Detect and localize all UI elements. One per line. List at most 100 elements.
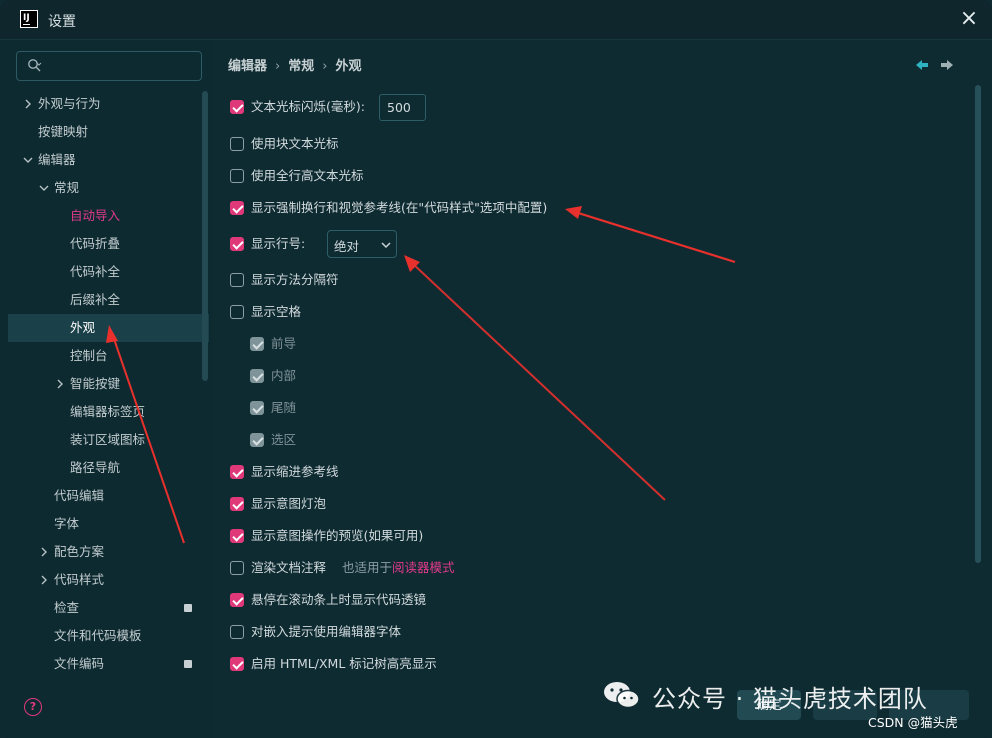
breadcrumb-item-editor[interactable]: 编辑器 [228,55,267,74]
sidebar-item-label: 装订区域图标 [70,432,146,447]
sidebar-scrollbar[interactable] [202,91,208,381]
render-docs-checkbox[interactable] [230,561,244,575]
full-line-caret-label: 使用全行高文本光标 [251,168,364,183]
ws-trailing-checkbox [250,401,264,415]
sidebar-item[interactable]: 外观 [8,314,209,342]
block-caret-checkbox[interactable] [230,137,244,151]
full-line-caret-checkbox[interactable] [230,169,244,183]
project-scope-icon [184,604,192,612]
code-lens-checkbox[interactable] [230,593,244,607]
sidebar-item-label: 代码编辑 [54,488,105,503]
chevron-right-icon[interactable] [39,575,49,585]
sidebar-item-label: 外观与行为 [38,96,101,111]
search-icon [28,59,42,72]
sidebar-item[interactable]: 按键映射 [0,118,200,146]
settings-sidebar: 外观与行为按键映射编辑器常规自动导入代码折叠代码补全后缀补全外观控制台智能按键编… [0,41,212,738]
sidebar-item[interactable]: 智能按键 [0,370,200,398]
settings-content: 编辑器›常规›外观 文本光标闪烁(毫秒): 使用块文本光标 使用全行高文本光标 … [212,41,992,738]
sidebar-item-label: 编辑器 [38,152,76,167]
reader-mode-link[interactable]: 阅读器模式 [392,560,455,575]
sidebar-item[interactable]: 编辑器标签页 [0,398,200,426]
sidebar-item[interactable]: 代码补全 [0,258,200,286]
sidebar-item-label: 按键映射 [38,124,89,139]
inlay-font-checkbox[interactable] [230,625,244,639]
help-icon[interactable]: ? [24,698,42,716]
sidebar-item[interactable]: 字体 [0,510,200,538]
chevron-right-icon[interactable] [39,547,49,557]
sidebar-item[interactable]: 路径导航 [0,454,200,482]
close-icon[interactable]: × [958,8,980,30]
settings-window: IJ 设置 × 外观与行为 按键映射 编辑器 常规 自动导入 代码折叠 代码补全 后缀补全 外观… [0,0,992,738]
indent-guides-label: 显示缩进参考线 [251,464,339,479]
csdn-watermark: CSDN @猫头虎 [868,715,958,730]
hard-wrap-label: 显示强制换行和视觉参考线(在"代码样式"选项中配置) [251,200,548,215]
caret-blink-label: 文本光标闪烁(毫秒): [251,99,365,114]
intention-preview-label: 显示意图操作的预览(如果可用) [251,528,424,543]
sidebar-item[interactable]: 代码编辑 [0,482,200,510]
breadcrumb-separator: › [322,59,328,74]
wechat-logo-icon [604,682,640,709]
project-scope-icon [184,660,192,668]
ws-selection-label: 选区 [271,432,297,447]
sidebar-item[interactable]: 常规 [0,174,200,202]
line-numbers-select-value: 绝对 [334,239,360,254]
ws-inner-label: 内部 [271,368,297,383]
chevron-down-icon[interactable] [23,155,33,165]
breadcrumb-separator: › [275,59,281,74]
ws-leading-label: 前导 [271,336,297,351]
html-tag-tree-label: 启用 HTML/XML 标记树高亮显示 [251,656,437,671]
watermark-text: 公众号 · 猫头虎技术团队 [652,685,928,713]
sidebar-item-label: 文件和代码模板 [54,628,142,643]
sidebar-item-label: 外观 [70,320,96,335]
breadcrumb-item-appearance: 外观 [335,59,362,74]
sidebar-item[interactable]: 配色方案 [0,538,200,566]
sidebar-item[interactable]: 检查 [0,594,200,622]
sidebar-item[interactable]: 外观与行为 [0,90,200,118]
ws-inner-checkbox [250,369,264,383]
indent-guides-checkbox[interactable] [230,465,244,479]
title-bar: IJ 设置 × [0,0,992,40]
chevron-right-icon[interactable] [55,379,65,389]
ws-trailing-label: 尾随 [271,400,297,415]
line-numbers-checkbox[interactable] [230,237,244,251]
breadcrumb: 编辑器 › 常规 › 外观 [228,55,361,74]
back-arrow-icon[interactable] [915,59,929,71]
sidebar-item-label: 后缀补全 [70,292,121,307]
ws-leading-checkbox [250,337,264,351]
sidebar-item-label: 检查 [54,600,80,615]
chevron-down-icon[interactable] [39,183,49,193]
sidebar-item[interactable]: 编辑器 [0,146,200,174]
sidebar-item[interactable]: 文件编码 [0,650,200,678]
sidebar-item[interactable]: 代码折叠 [0,230,200,258]
render-docs-hint: 也适用于 [342,560,393,575]
line-numbers-label: 显示行号: [251,236,306,251]
sidebar-item-label: 自动导入 [70,208,121,223]
sidebar-item-label: 代码折叠 [70,236,121,251]
intention-preview-checkbox[interactable] [230,529,244,543]
intellij-logo-icon: IJ [20,10,38,28]
sidebar-item[interactable]: 文件和代码模板 [0,622,200,650]
show-whitespace-checkbox[interactable] [230,305,244,319]
settings-search[interactable] [16,51,202,81]
sidebar-item-label: 配色方案 [54,544,105,559]
hard-wrap-checkbox[interactable] [230,201,244,215]
chevron-right-icon[interactable] [23,99,33,109]
sidebar-item-label: 编辑器标签页 [70,404,146,419]
caret-blink-checkbox[interactable] [230,100,244,114]
caret-blink-ms-input[interactable] [379,94,426,121]
sidebar-item[interactable]: 后缀补全 [0,286,200,314]
intention-bulb-checkbox[interactable] [230,497,244,511]
sidebar-item[interactable]: 装订区域图标 [0,426,200,454]
sidebar-item-label: 代码补全 [70,264,121,279]
breadcrumb-item-general[interactable]: 常规 [288,55,314,74]
html-tag-tree-checkbox[interactable] [230,657,244,671]
sidebar-item[interactable]: 自动导入 [0,202,200,230]
sidebar-item-label: 智能按键 [70,376,121,391]
line-numbers-select[interactable]: 绝对 [327,230,397,258]
sidebar-item[interactable]: 控制台 [0,342,200,370]
content-scrollbar[interactable] [975,85,981,563]
method-separators-checkbox[interactable] [230,273,244,287]
forward-arrow-icon[interactable] [940,59,954,71]
search-input[interactable] [51,56,196,76]
sidebar-item[interactable]: 代码样式 [0,566,200,594]
